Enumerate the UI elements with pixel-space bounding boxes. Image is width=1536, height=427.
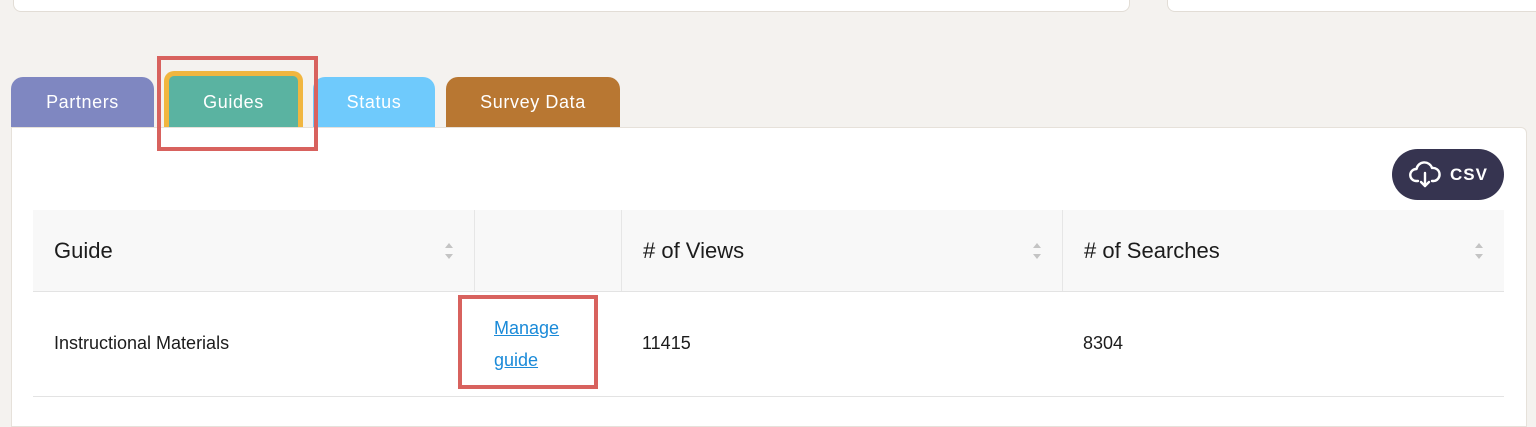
- guide-name-cell: Instructional Materials: [54, 333, 230, 353]
- column-header-label: Guide: [54, 237, 113, 263]
- tab-status[interactable]: Status: [313, 77, 435, 128]
- views-cell: 11415: [642, 333, 691, 353]
- csv-export-button[interactable]: CSV: [1392, 149, 1504, 200]
- manage-cell: Manage guide: [494, 291, 604, 396]
- searches-cell: 8304: [1083, 333, 1124, 353]
- top-right-card: [1167, 0, 1536, 12]
- sort-icon: [1475, 243, 1483, 259]
- column-header-action: [474, 210, 621, 291]
- cloud-download-icon: [1408, 160, 1442, 189]
- tab-survey-data[interactable]: Survey Data: [446, 77, 620, 128]
- csv-button-label: CSV: [1450, 164, 1488, 184]
- top-left-card: [13, 0, 1130, 12]
- sort-icon: [1033, 243, 1041, 259]
- tab-guides[interactable]: Guides: [164, 71, 303, 129]
- table-row: Instructional Materials Manage guide 114…: [33, 291, 1504, 397]
- column-header-views[interactable]: # of Views: [621, 210, 1062, 291]
- manage-guide-link[interactable]: Manage guide: [494, 312, 604, 376]
- column-header-label: # of Views: [643, 237, 745, 263]
- column-header-guide[interactable]: Guide: [33, 210, 474, 291]
- tab-partners[interactable]: Partners: [11, 77, 154, 128]
- column-header-searches[interactable]: # of Searches: [1062, 210, 1504, 291]
- sort-icon: [445, 243, 453, 259]
- table-header: Guide # of Views # of Searches: [33, 210, 1504, 292]
- column-header-label: # of Searches: [1084, 237, 1220, 263]
